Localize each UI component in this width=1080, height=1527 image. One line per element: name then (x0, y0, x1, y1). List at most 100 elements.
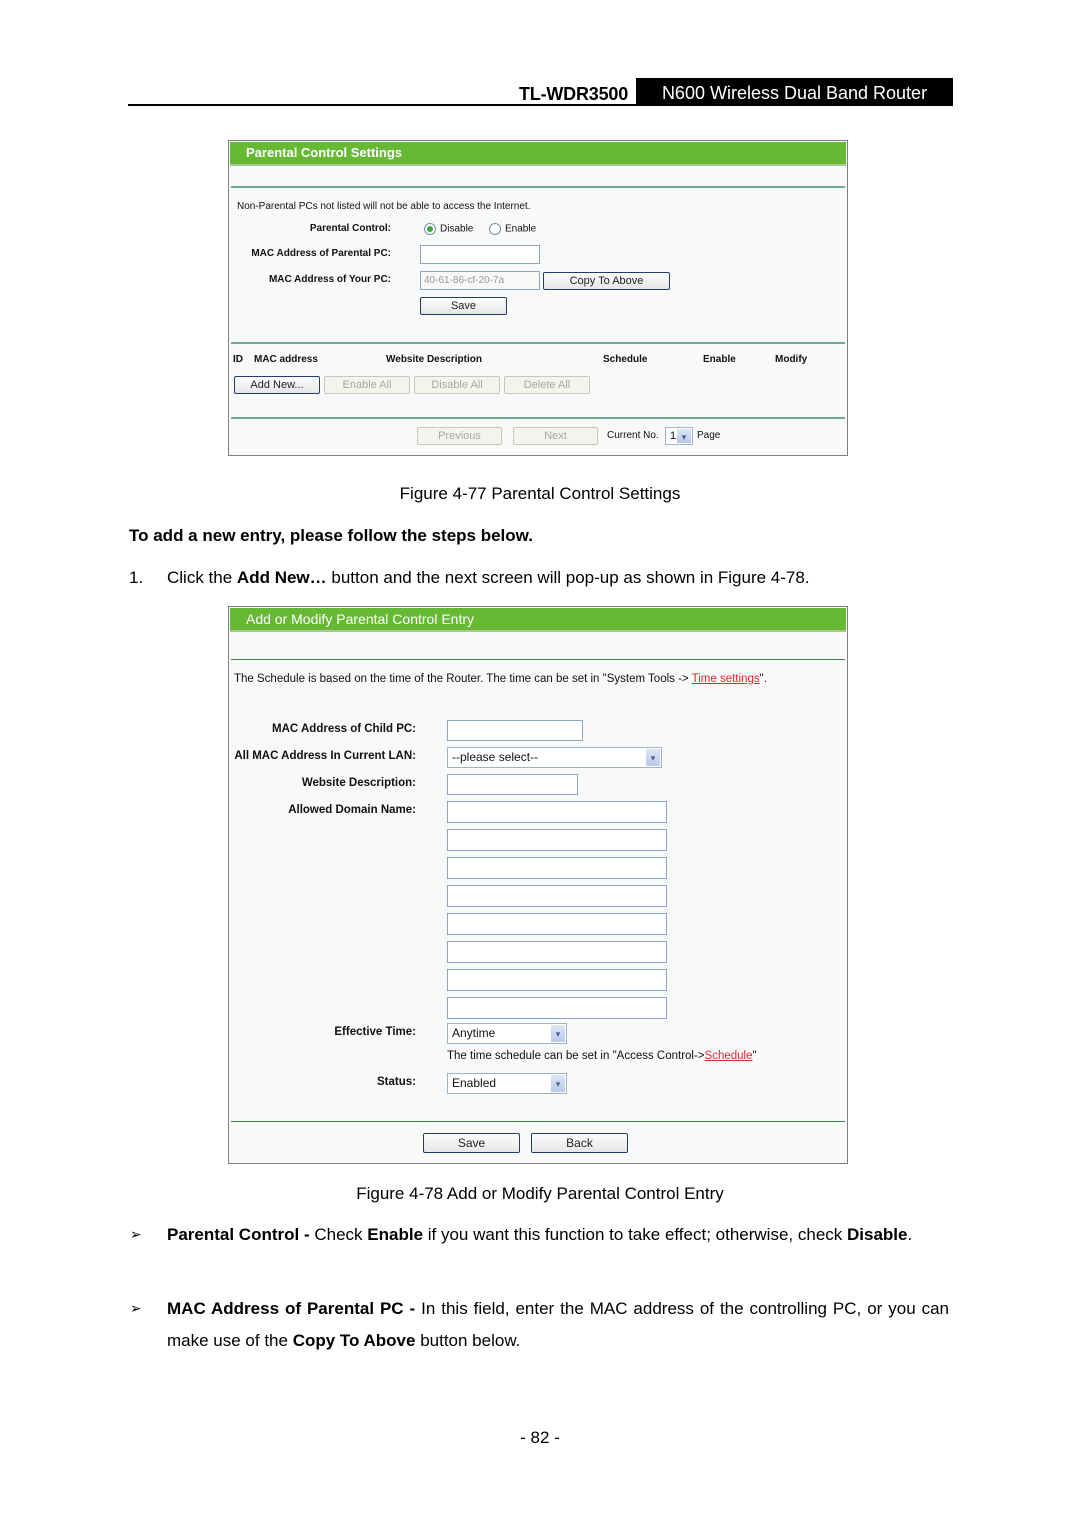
mac-your-pc-label: MAC Address of Your PC: (268, 274, 391, 285)
step-1-pre: Click the (167, 568, 237, 587)
back-button[interactable]: Back (531, 1133, 628, 1153)
website-description-input[interactable] (447, 774, 578, 795)
effective-time-value: Anytime (452, 1026, 496, 1040)
all-mac-select-value: --please select-- (452, 750, 539, 764)
notice-text: Non-Parental PCs not listed will not be … (237, 201, 531, 212)
col-modify: Modify (775, 354, 808, 365)
radio-disable-icon[interactable] (424, 223, 436, 235)
page-select-value: 1 (670, 430, 677, 442)
mac-parental-label: MAC Address of Parental PC: (251, 248, 391, 259)
divider (231, 186, 845, 188)
chevron-down-icon[interactable]: ▾ (646, 749, 660, 766)
page-number: - 82 - (520, 1428, 560, 1447)
divider (231, 659, 845, 660)
bullet-bold: Enable (367, 1225, 424, 1244)
bullet-text: button below. (415, 1331, 521, 1350)
effective-time-select[interactable]: Anytime ▾ (447, 1023, 567, 1044)
save-button[interactable]: Save (423, 1133, 520, 1153)
bullet-term: MAC Address of Parental PC - (167, 1299, 422, 1318)
radio-disable[interactable]: Disable (424, 223, 473, 235)
enable-all-button[interactable]: Enable All (324, 376, 410, 394)
schedule-hint-pre: The time schedule can be set in "Access … (447, 1050, 705, 1062)
all-mac-select[interactable]: --please select-- ▾ (447, 747, 662, 768)
step-1-post: button and the next screen will pop-up a… (326, 568, 810, 587)
step-1-bold: Add New… (236, 568, 327, 587)
schedule-notice: The Schedule is based on the time of the… (234, 673, 767, 685)
chevron-down-icon[interactable]: ▾ (551, 1025, 565, 1042)
allowed-domain-input-7[interactable] (447, 969, 667, 991)
previous-button[interactable]: Previous (417, 427, 502, 445)
bullet-text: . (907, 1225, 913, 1244)
allowed-domain-input-3[interactable] (447, 857, 667, 879)
status-label: Status: (377, 1076, 416, 1088)
header-rule (128, 104, 953, 106)
delete-all-button[interactable]: Delete All (504, 376, 590, 394)
divider (231, 342, 845, 344)
child-mac-input[interactable] (447, 720, 583, 741)
radio-enable-label: Enable (505, 223, 537, 235)
allowed-domain-input-8[interactable] (447, 997, 667, 1019)
add-new-button[interactable]: Add New... (234, 376, 320, 394)
chevron-down-icon[interactable]: ▾ (677, 429, 691, 443)
radio-enable[interactable]: Enable (489, 223, 536, 235)
step-1-text: Click the Add New… button and the next s… (167, 562, 810, 594)
status-value: Enabled (452, 1076, 497, 1090)
product-name: N600 Wireless Dual Band Router (636, 78, 953, 106)
col-enable: Enable (703, 354, 736, 365)
mac-your-pc-input[interactable]: 40-61-86-cf-20-7a (420, 271, 540, 290)
notice-post: ". (759, 673, 767, 685)
notice-pre: The Schedule is based on the time of the… (234, 673, 692, 685)
bullet-icon: ➢ (130, 1300, 142, 1316)
col-id: ID (233, 354, 243, 365)
col-mac-address: MAC address (254, 354, 318, 365)
model-name: TL-WDR3500 (518, 84, 628, 104)
bullet-bold: Copy To Above (292, 1331, 416, 1350)
divider (231, 1121, 845, 1122)
chevron-down-icon[interactable]: ▾ (551, 1075, 565, 1092)
bullet-parental-control: Parental Control - Check Enable if you w… (167, 1219, 949, 1251)
figure-77-caption: Figure 4-77 Parental Control Settings (399, 484, 681, 503)
current-no-label: Current No. (607, 430, 659, 441)
disable-all-button[interactable]: Disable All (414, 376, 500, 394)
mac-parental-input[interactable] (420, 245, 540, 264)
bullet-mac-parental: MAC Address of Parental PC - In this fie… (167, 1293, 949, 1357)
bullet-bold: Disable (847, 1225, 908, 1244)
bullet-icon: ➢ (130, 1226, 142, 1242)
bullet-text: if you want this function to take effect… (423, 1225, 847, 1244)
save-button[interactable]: Save (420, 297, 507, 315)
step-1: 1. (129, 562, 143, 594)
website-description-label: Website Description: (301, 777, 416, 789)
schedule-hint-post: " (752, 1050, 757, 1062)
allowed-domain-input-2[interactable] (447, 829, 667, 851)
parental-control-label: Parental Control: (309, 223, 391, 234)
status-select[interactable]: Enabled ▾ (447, 1073, 567, 1094)
allowed-domain-input-1[interactable] (447, 801, 667, 823)
col-website-description: Website Description (386, 354, 482, 365)
col-schedule: Schedule (603, 354, 648, 365)
allowed-domain-input-6[interactable] (447, 941, 667, 963)
parental-control-settings-panel: Parental Control Settings Non-Parental P… (228, 140, 848, 456)
time-settings-link[interactable]: Time settings (692, 673, 760, 685)
panel-title: Add or Modify Parental Control Entry (230, 608, 846, 632)
add-modify-entry-panel: Add or Modify Parental Control Entry The… (228, 606, 848, 1164)
allowed-domain-input-5[interactable] (447, 913, 667, 935)
page-select[interactable]: 1 ▾ (665, 427, 693, 445)
schedule-hint: The time schedule can be set in "Access … (447, 1050, 757, 1062)
schedule-link[interactable]: Schedule (705, 1050, 753, 1062)
allowed-domain-label: Allowed Domain Name: (288, 804, 416, 816)
next-button[interactable]: Next (513, 427, 598, 445)
child-mac-label: MAC Address of Child PC: (272, 723, 416, 735)
bullet-term: Parental Control - (167, 1225, 315, 1244)
effective-time-label: Effective Time: (334, 1026, 416, 1038)
allowed-domain-input-4[interactable] (447, 885, 667, 907)
figure-78-caption: Figure 4-78 Add or Modify Parental Contr… (356, 1184, 724, 1203)
radio-disable-label: Disable (440, 223, 474, 235)
all-mac-label: All MAC Address In Current LAN: (234, 750, 416, 762)
panel-title: Parental Control Settings (230, 142, 846, 166)
steps-heading: To add a new entry, please follow the st… (129, 526, 533, 545)
copy-to-above-button[interactable]: Copy To Above (543, 272, 670, 290)
bullet-text: Check (314, 1225, 368, 1244)
page-label: Page (697, 430, 721, 441)
radio-enable-icon[interactable] (489, 223, 501, 235)
divider (231, 417, 845, 419)
